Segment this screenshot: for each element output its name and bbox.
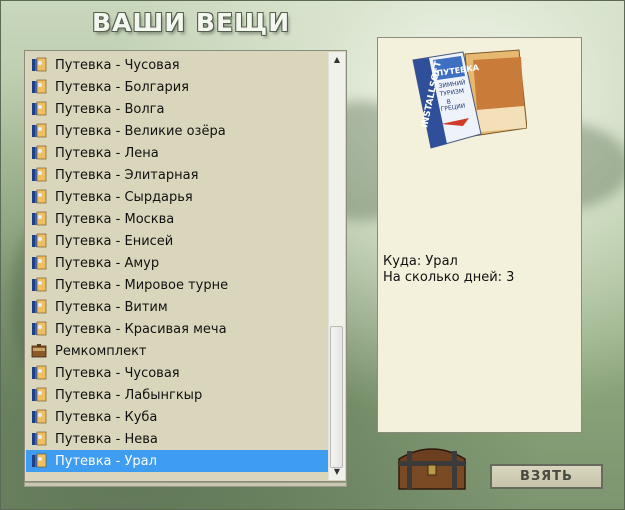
voucher-icon <box>31 145 47 161</box>
list-item[interactable]: Путевка - Болгария <box>26 76 328 98</box>
scroll-up-icon[interactable]: ▲ <box>329 52 345 68</box>
voucher-icon <box>31 233 47 249</box>
treasure-chest-icon <box>398 448 466 490</box>
list-item[interactable]: Путевка - Сырдарья <box>26 186 328 208</box>
repair-kit-icon <box>31 343 47 359</box>
voucher-icon <box>31 365 47 381</box>
list-item[interactable]: Путевка - Куба <box>26 406 328 428</box>
voucher-icon <box>31 101 47 117</box>
vertical-scrollbar[interactable]: ▲ ▼ <box>328 52 345 480</box>
list-item-label: Путевка - Чусовая <box>55 57 180 73</box>
list-item-label: Путевка - Урал <box>55 453 157 469</box>
voucher-icon <box>31 409 47 425</box>
list-item-label: Путевка - Москва <box>55 211 175 227</box>
voucher-icon <box>31 255 47 271</box>
list-item-label: Путевка - Мировое турне <box>55 277 229 293</box>
voucher-icon <box>31 123 47 139</box>
list-item[interactable]: Путевка - Мировое турне <box>26 274 328 296</box>
list-item[interactable]: Путевка - Нева <box>26 428 328 450</box>
list-item-label: Ремкомплект <box>55 343 147 359</box>
list-item[interactable]: Путевка - Урал <box>26 450 328 472</box>
destination-text: Куда: Урал <box>383 254 458 269</box>
voucher-icon <box>31 189 47 205</box>
voucher-icon <box>31 321 47 337</box>
list-item[interactable]: Ремкомплект <box>26 340 328 362</box>
list-item[interactable]: Путевка - Лабынгкыр <box>26 384 328 406</box>
list-item[interactable]: Путевка - Чусовая <box>26 54 328 76</box>
inventory-list[interactable]: Путевка - Чусовая Путевка - Болгария Путев… <box>24 50 347 482</box>
voucher-icon <box>31 277 47 293</box>
voucher-icon <box>31 431 47 447</box>
list-item-label: Путевка - Нева <box>55 431 158 447</box>
inventory-rows: Путевка - Чусовая Путевка - Болгария Путев… <box>26 54 328 472</box>
list-item-label: Путевка - Великие озёра <box>55 123 226 139</box>
horizontal-scrollbar[interactable] <box>24 482 347 487</box>
scrollbar-thumb[interactable] <box>330 326 343 468</box>
list-item-label: Путевка - Амур <box>55 255 160 271</box>
voucher-icon <box>31 211 47 227</box>
voucher-icon <box>31 299 47 315</box>
voucher-icon <box>31 387 47 403</box>
list-item[interactable]: Путевка - Лена <box>26 142 328 164</box>
list-item[interactable]: Путевка - Красивая меча <box>26 318 328 340</box>
list-item-label: Путевка - Лабынгкыр <box>55 387 203 403</box>
voucher-icon <box>31 167 47 183</box>
list-item[interactable]: Путевка - Волга <box>26 98 328 120</box>
days-text: На сколько дней: 3 <box>383 270 515 285</box>
list-item[interactable]: Путевка - Великие озёра <box>26 120 328 142</box>
voucher-icon <box>31 453 47 469</box>
list-item[interactable]: Путевка - Амур <box>26 252 328 274</box>
list-item-label: Путевка - Куба <box>55 409 158 425</box>
voucher-icon <box>31 57 47 73</box>
list-item-label: Путевка - Элитарная <box>55 167 199 183</box>
list-item[interactable]: Путевка - Чусовая <box>26 362 328 384</box>
voucher-booklet-image: INSTALLSOFT ПУТЕВКА ЗИМНИЙ ТУРИЗМ В ГРЕЦ… <box>412 49 527 149</box>
voucher-icon <box>31 79 47 95</box>
list-item[interactable]: Путевка - Енисей <box>26 230 328 252</box>
page-title: ВАШИ ВЕЩИ <box>92 8 291 37</box>
list-item-label: Путевка - Чусовая <box>55 365 180 381</box>
take-button[interactable]: ВЗЯТЬ <box>490 464 603 489</box>
list-item-label: Путевка - Красивая меча <box>55 321 227 337</box>
list-item-label: Путевка - Енисей <box>55 233 174 249</box>
list-item-label: Путевка - Витим <box>55 299 168 315</box>
list-item-label: Путевка - Лена <box>55 145 159 161</box>
list-item-label: Путевка - Сырдарья <box>55 189 193 205</box>
list-item[interactable]: Путевка - Элитарная <box>26 164 328 186</box>
item-info: Куда: Урал На сколько дней: 3 <box>383 254 514 286</box>
list-item[interactable]: Путевка - Москва <box>26 208 328 230</box>
scroll-down-icon[interactable]: ▼ <box>329 464 345 480</box>
list-item[interactable]: Путевка - Витим <box>26 296 328 318</box>
list-item-label: Путевка - Болгария <box>55 79 189 95</box>
list-item-label: Путевка - Волга <box>55 101 165 117</box>
